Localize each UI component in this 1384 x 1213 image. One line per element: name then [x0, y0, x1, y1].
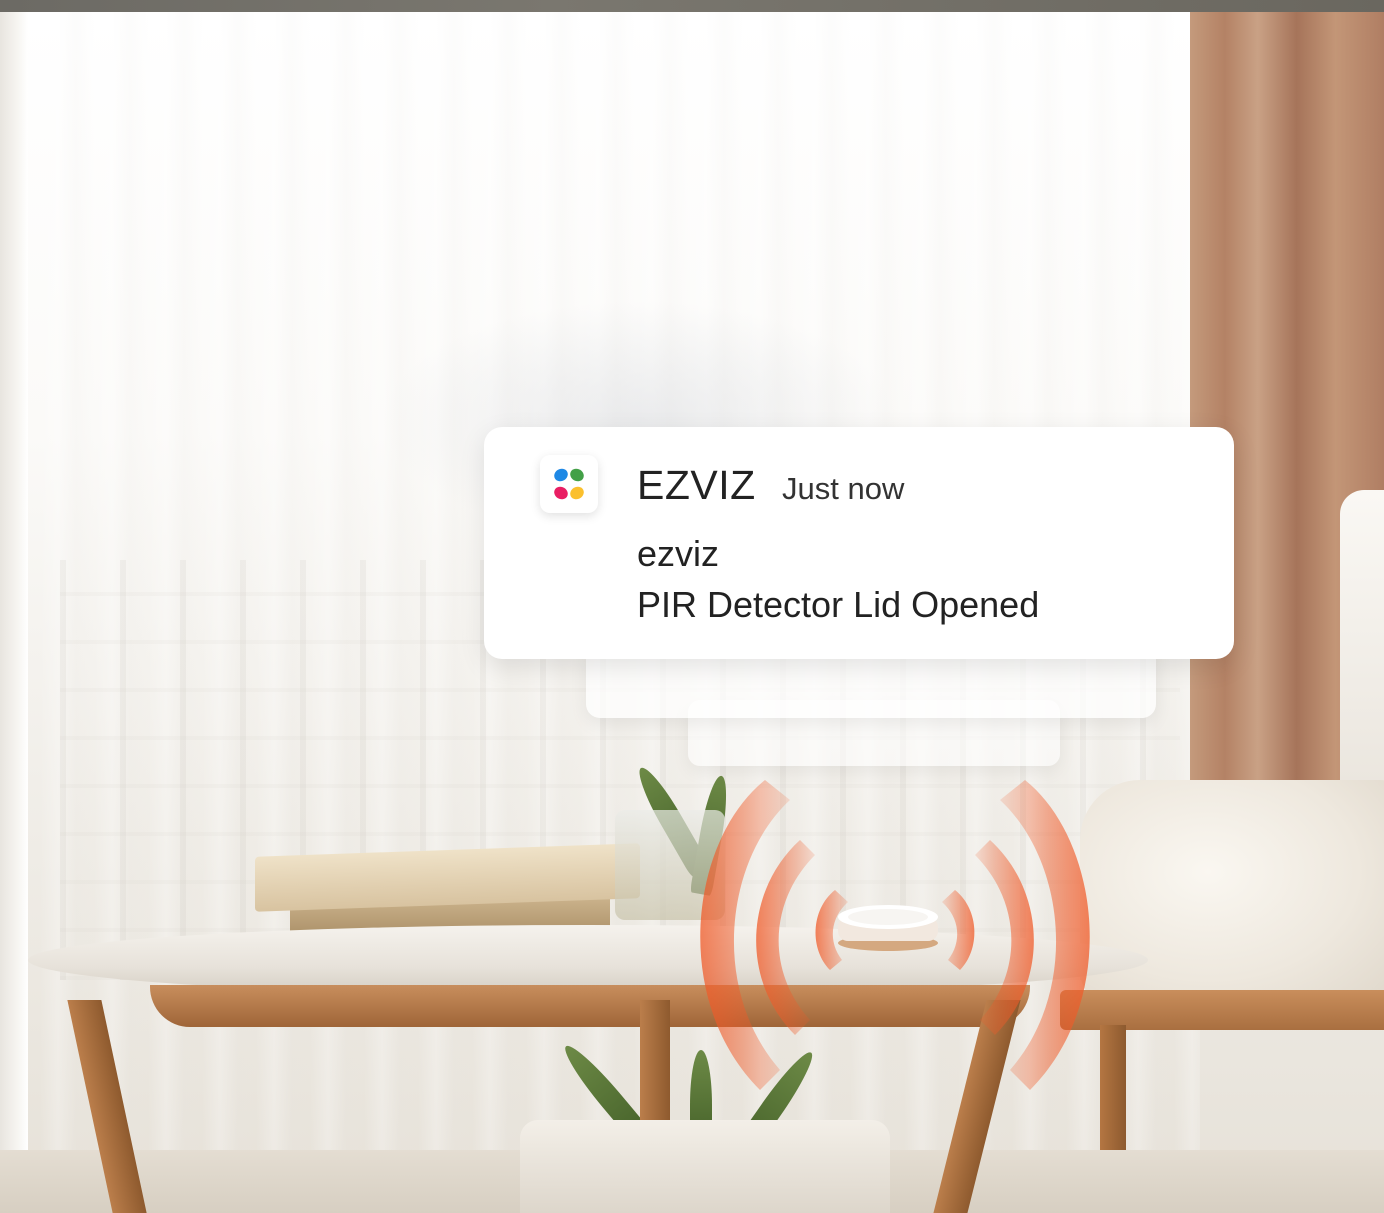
- notification-sender: ezviz: [637, 533, 720, 574]
- ezviz-logo-icon: [540, 455, 598, 513]
- wave-right-inner: [942, 890, 975, 970]
- wave-right-middle: [975, 840, 1034, 1035]
- notification-timestamp: Just now: [782, 471, 905, 506]
- plant-pot: [520, 1120, 890, 1213]
- window-frame: [0, 12, 28, 1213]
- chair-back: [1340, 490, 1384, 820]
- top-edge: [0, 0, 1384, 12]
- notification-app-name: EZVIZ: [637, 462, 756, 508]
- chair-cushion: [1080, 780, 1384, 1010]
- wave-left-middle: [756, 840, 815, 1035]
- notification-message: PIR Detector Lid Opened: [637, 584, 1040, 625]
- ezviz-logo-icon: [554, 468, 584, 500]
- pir-detector-device: [838, 905, 938, 951]
